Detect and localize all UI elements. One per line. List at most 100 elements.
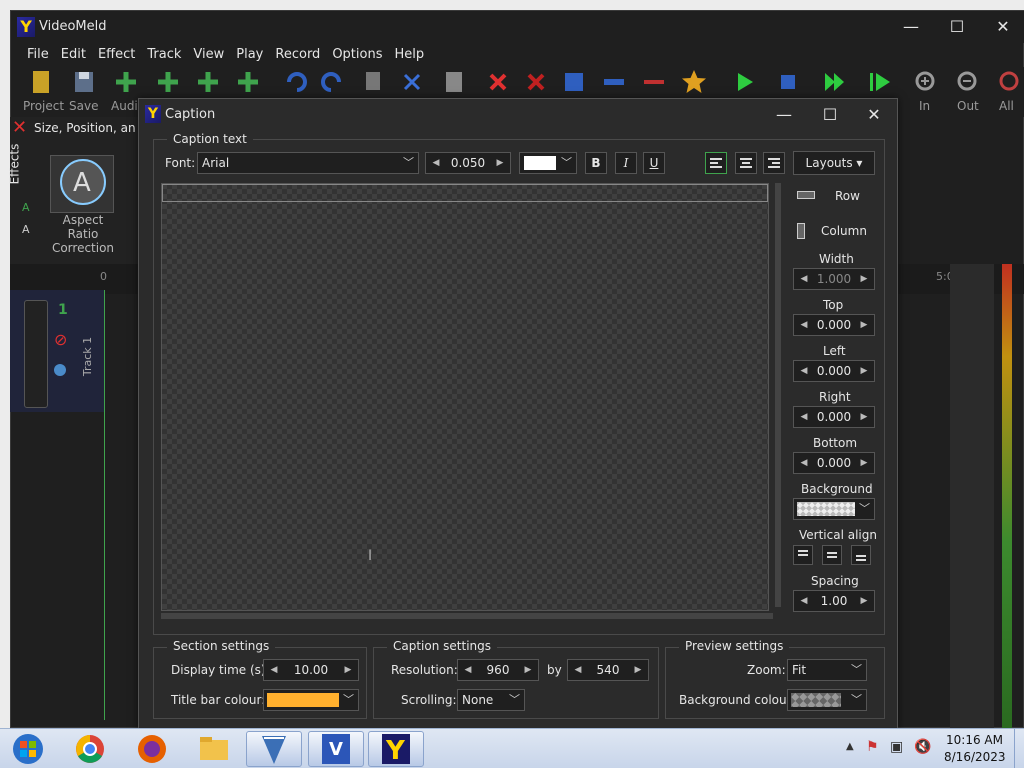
top-stepper[interactable]: ◀ 0.000 ▶ [793,314,875,336]
horizontal-scrollbar[interactable] [161,613,773,619]
width-stepper[interactable]: ◀ 1.000 ▶ [793,268,875,290]
add-text-icon[interactable] [233,67,263,97]
mute-icon[interactable]: ⊘ [54,330,67,349]
add-video-icon[interactable] [153,67,183,97]
text-color-picker[interactable]: ﹀ [519,152,577,174]
show-hidden-icons-icon[interactable]: ▲ [846,741,854,752]
caption-text-line[interactable] [162,184,768,202]
effect-a-icon[interactable]: A [22,223,30,236]
vsuite-taskbar-icon[interactable]: V [308,731,364,767]
delete-icon[interactable] [483,67,513,97]
resolution-width-stepper[interactable]: ◀ 960 ▶ [457,659,539,681]
add-audio-icon[interactable] [111,67,141,97]
paste-icon[interactable] [439,67,469,97]
font-size-stepper[interactable]: ◀ 0.050 ▶ [425,152,511,174]
track-header[interactable]: 1 ⊘ Track 1 [10,290,104,412]
menu-view[interactable]: View [187,43,230,67]
favorite-star-icon[interactable] [679,67,709,97]
videomeld-taskbar-icon[interactable]: Y [368,731,424,767]
menu-file[interactable]: File [21,43,55,67]
menu-options[interactable]: Options [326,43,388,67]
spacing-stepper[interactable]: ◀ 1.00 ▶ [793,590,875,612]
network-icon[interactable]: ▣ [890,739,903,755]
maximize-button[interactable]: ☐ [934,11,980,43]
menu-help[interactable]: Help [388,43,430,67]
title-bar-colour-picker[interactable]: ﹀ [263,689,359,711]
clock-date[interactable]: 8/16/2023 [944,750,1006,764]
align-left-button[interactable] [705,152,727,174]
zoom-select[interactable]: Fit ﹀ [787,659,867,681]
marker-icon[interactable] [639,67,669,97]
playhead[interactable] [104,290,105,720]
close-button[interactable]: ✕ [980,11,1024,43]
minimize-button[interactable]: — [888,11,934,43]
aspect-ratio-effect-thumb[interactable]: A [50,155,114,213]
decrease-arrow-icon[interactable]: ◀ [796,269,812,289]
decrease-arrow-icon[interactable]: ◀ [796,407,812,427]
delete-all-icon[interactable] [521,67,551,97]
show-desktop-button[interactable] [1014,729,1024,768]
decrease-arrow-icon[interactable]: ◀ [796,591,812,611]
increase-arrow-icon[interactable]: ▶ [856,407,872,427]
stop-icon[interactable] [773,67,803,97]
file-explorer-icon[interactable] [186,731,242,767]
layouts-button[interactable]: Layouts ▾ [793,151,875,175]
valign-middle-button[interactable] [822,545,842,565]
align-right-button[interactable] [763,152,785,174]
effects-tab[interactable]: Effects [7,144,21,185]
font-select[interactable]: Arial ﹀ [197,152,419,174]
split-icon[interactable] [559,67,589,97]
zoom-out-icon[interactable] [953,67,983,97]
caption-close-button[interactable]: ✕ [851,99,897,131]
track-pan-knob[interactable] [54,364,66,376]
valign-top-button[interactable] [793,545,813,565]
menu-record[interactable]: Record [269,43,326,67]
scrolling-select[interactable]: None ﹀ [457,689,525,711]
increase-arrow-icon[interactable]: ▶ [856,269,872,289]
add-track-icon[interactable] [193,67,223,97]
preview-background-picker[interactable]: ﹀ [787,689,867,711]
menu-play[interactable]: Play [230,43,269,67]
caption-edit-area[interactable] [161,183,769,611]
row-label[interactable]: Row [835,189,860,203]
effect-a-green-icon[interactable]: A [22,201,30,214]
decrease-arrow-icon[interactable]: ◀ [796,453,812,473]
menu-edit[interactable]: Edit [55,43,92,67]
network-alert-icon[interactable]: ⚑ [866,739,879,755]
track-volume-fader[interactable] [24,300,48,408]
resolution-height-stepper[interactable]: ◀ 540 ▶ [567,659,649,681]
valign-bottom-button[interactable] [851,545,871,565]
increase-arrow-icon[interactable]: ▶ [520,660,536,680]
increase-arrow-icon[interactable]: ▶ [340,660,356,680]
row-layout-icon[interactable] [797,191,815,199]
play-to-end-icon[interactable] [865,67,895,97]
cut-icon[interactable] [397,67,427,97]
volume-muted-icon[interactable]: 🔇 [914,739,931,755]
play-icon[interactable] [729,67,759,97]
background-color-picker[interactable]: ﹀ [793,498,875,520]
chrome-icon[interactable] [62,731,118,767]
start-button[interactable] [0,731,52,767]
caption-maximize-button[interactable]: ☐ [807,99,853,131]
decrease-arrow-icon[interactable]: ◀ [266,660,282,680]
increase-arrow-icon[interactable]: ▶ [856,591,872,611]
decrease-arrow-icon[interactable]: ◀ [570,660,586,680]
decrease-arrow-icon[interactable]: ◀ [796,315,812,335]
save-icon[interactable] [69,67,99,97]
redo-icon[interactable] [317,67,347,97]
column-layout-icon[interactable] [797,223,805,239]
increase-arrow-icon[interactable]: ▶ [856,361,872,381]
close-effects-icon[interactable]: ✕ [12,117,27,138]
display-time-stepper[interactable]: ◀ 10.00 ▶ [263,659,359,681]
decrease-arrow-icon[interactable]: ◀ [428,153,444,173]
videopad-taskbar-icon[interactable] [246,731,302,767]
play-selection-icon[interactable] [819,67,849,97]
copy-icon[interactable] [359,67,389,97]
increase-arrow-icon[interactable]: ▶ [856,315,872,335]
italic-button[interactable]: I [615,152,637,174]
increase-arrow-icon[interactable]: ▶ [856,453,872,473]
vertical-scrollbar[interactable] [775,183,781,607]
join-icon[interactable] [599,67,629,97]
decrease-arrow-icon[interactable]: ◀ [460,660,476,680]
right-stepper[interactable]: ◀ 0.000 ▶ [793,406,875,428]
